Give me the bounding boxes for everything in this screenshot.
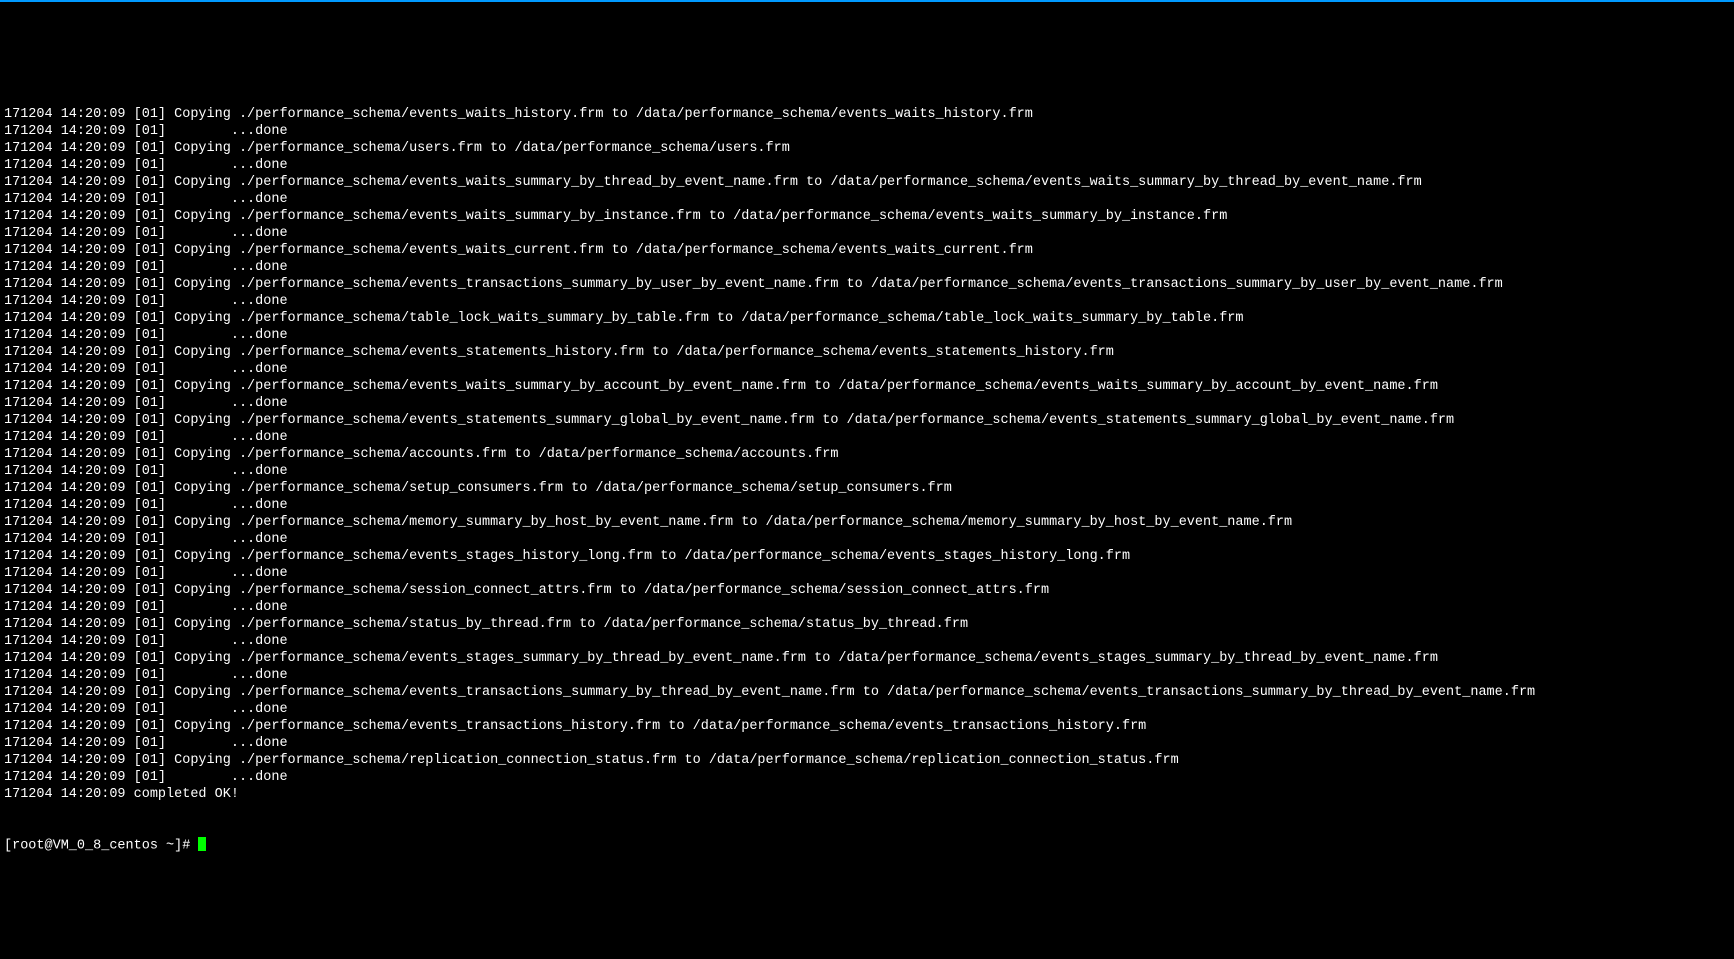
log-line: 171204 14:20:09 [01] ...done xyxy=(4,157,1730,174)
log-line: 171204 14:20:09 [01] Copying ./performan… xyxy=(4,412,1730,429)
cursor-icon xyxy=(198,837,206,851)
log-line: 171204 14:20:09 [01] Copying ./performan… xyxy=(4,650,1730,667)
log-line: 171204 14:20:09 [01] Copying ./performan… xyxy=(4,752,1730,769)
log-line: 171204 14:20:09 [01] Copying ./performan… xyxy=(4,106,1730,123)
shell-prompt-line: [root@VM_0_8_centos ~]# xyxy=(4,837,1730,855)
log-line: 171204 14:20:09 [01] ...done xyxy=(4,531,1730,548)
log-line: 171204 14:20:09 [01] ...done xyxy=(4,769,1730,786)
log-line: 171204 14:20:09 [01] Copying ./performan… xyxy=(4,140,1730,157)
log-line: 171204 14:20:09 [01] Copying ./performan… xyxy=(4,548,1730,565)
log-line: 171204 14:20:09 [01] ...done xyxy=(4,497,1730,514)
log-line: 171204 14:20:09 [01] Copying ./performan… xyxy=(4,242,1730,259)
log-line: 171204 14:20:09 [01] Copying ./performan… xyxy=(4,480,1730,497)
shell-prompt: [root@VM_0_8_centos ~]# xyxy=(4,839,198,854)
log-line: 171204 14:20:09 [01] Copying ./performan… xyxy=(4,514,1730,531)
log-line: 171204 14:20:09 [01] Copying ./performan… xyxy=(4,276,1730,293)
log-line: 171204 14:20:09 [01] ...done xyxy=(4,633,1730,650)
log-line: 171204 14:20:09 [01] ...done xyxy=(4,225,1730,242)
log-line: 171204 14:20:09 [01] Copying ./performan… xyxy=(4,446,1730,463)
terminal-output[interactable]: 171204 14:20:09 [01] Copying ./performan… xyxy=(0,70,1734,874)
log-line: 171204 14:20:09 [01] Copying ./performan… xyxy=(4,310,1730,327)
log-line: 171204 14:20:09 [01] ...done xyxy=(4,361,1730,378)
log-line: 171204 14:20:09 [01] Copying ./performan… xyxy=(4,684,1730,701)
log-line: 171204 14:20:09 [01] ...done xyxy=(4,395,1730,412)
log-line: 171204 14:20:09 [01] ...done xyxy=(4,327,1730,344)
log-line: 171204 14:20:09 [01] Copying ./performan… xyxy=(4,582,1730,599)
log-line: 171204 14:20:09 [01] ...done xyxy=(4,735,1730,752)
log-line: 171204 14:20:09 [01] ...done xyxy=(4,429,1730,446)
log-line: 171204 14:20:09 [01] ...done xyxy=(4,463,1730,480)
log-line: 171204 14:20:09 [01] Copying ./performan… xyxy=(4,616,1730,633)
log-line: 171204 14:20:09 [01] ...done xyxy=(4,293,1730,310)
log-lines-container: 171204 14:20:09 [01] Copying ./performan… xyxy=(4,106,1730,803)
log-line: 171204 14:20:09 [01] ...done xyxy=(4,667,1730,684)
log-line: 171204 14:20:09 [01] Copying ./performan… xyxy=(4,174,1730,191)
log-line: 171204 14:20:09 completed OK! xyxy=(4,786,1730,803)
log-line: 171204 14:20:09 [01] ...done xyxy=(4,123,1730,140)
log-line: 171204 14:20:09 [01] ...done xyxy=(4,259,1730,276)
log-line: 171204 14:20:09 [01] Copying ./performan… xyxy=(4,344,1730,361)
log-line: 171204 14:20:09 [01] ...done xyxy=(4,191,1730,208)
log-line: 171204 14:20:09 [01] Copying ./performan… xyxy=(4,378,1730,395)
log-line: 171204 14:20:09 [01] ...done xyxy=(4,599,1730,616)
log-line: 171204 14:20:09 [01] ...done xyxy=(4,701,1730,718)
log-line: 171204 14:20:09 [01] ...done xyxy=(4,565,1730,582)
log-line: 171204 14:20:09 [01] Copying ./performan… xyxy=(4,718,1730,735)
log-line: 171204 14:20:09 [01] Copying ./performan… xyxy=(4,208,1730,225)
